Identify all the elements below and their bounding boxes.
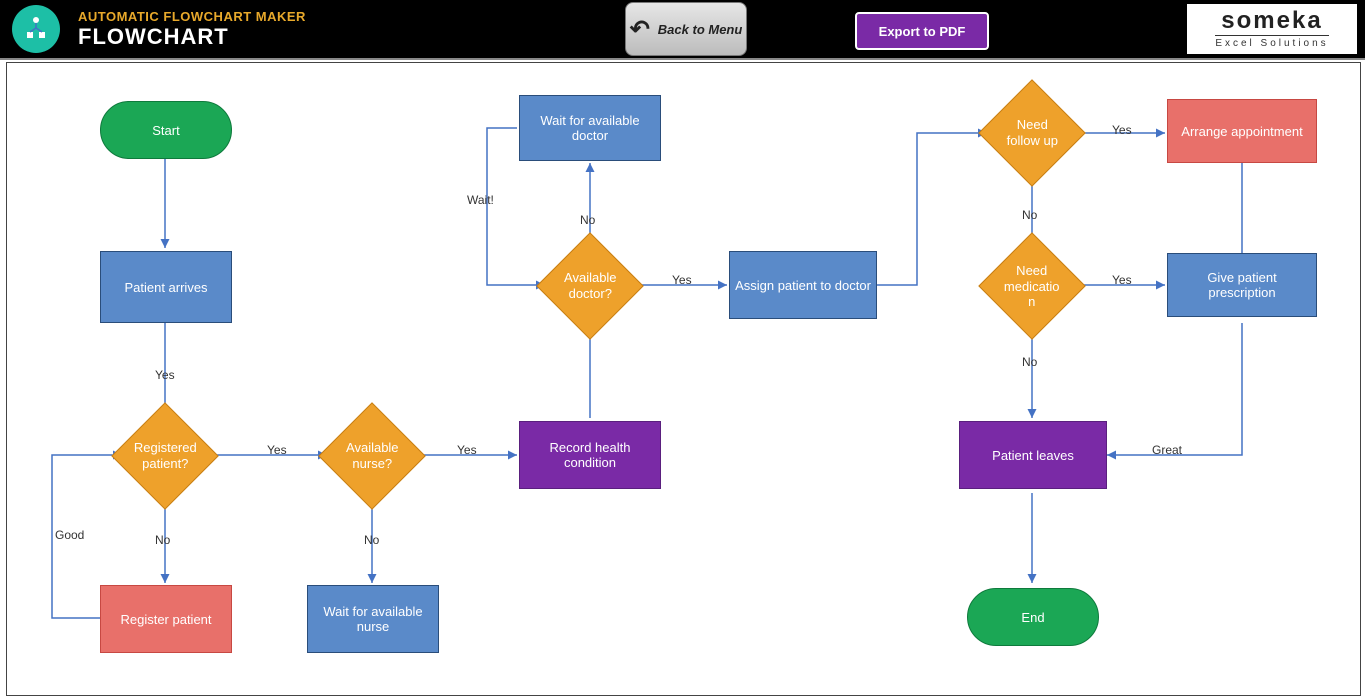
label-no: No [364,533,379,547]
node-need-follow-up[interactable]: Need follow up [978,79,1085,186]
label-no: No [155,533,170,547]
label-wait: Wait! [467,193,494,207]
label-yes: Yes [457,443,477,457]
back-button-label: Back to Menu [658,22,743,37]
node-patient-arrives[interactable]: Patient arrives [100,251,232,323]
label-no: No [1022,208,1037,222]
label-good: Good [55,528,84,542]
back-arrow-icon: ↶ [630,15,650,44]
node-wait-doctor[interactable]: Wait for available doctor [519,95,661,161]
node-need-medication[interactable]: Need medicatio n [978,232,1085,339]
brand-logo: someka Excel Solutions [1187,4,1357,54]
back-to-menu-button[interactable]: ↶ Back to Menu [625,2,747,56]
export-button-label: Export to PDF [879,24,966,39]
app-title: FLOWCHART [78,24,306,50]
label-yes: Yes [155,368,175,382]
brand-name: someka [1221,9,1322,33]
label-no: No [580,213,595,227]
node-registered-patient[interactable]: Registered patient? [111,402,218,509]
node-register-patient[interactable]: Register patient [100,585,232,653]
label-yes: Yes [1112,273,1132,287]
label-yes: Yes [267,443,287,457]
brand-tagline: Excel Solutions [1215,35,1328,49]
node-start[interactable]: Start [100,101,232,159]
node-arrange-appointment[interactable]: Arrange appointment [1167,99,1317,163]
node-available-doctor[interactable]: Available doctor? [536,232,643,339]
node-give-prescription[interactable]: Give patient prescription [1167,253,1317,317]
node-patient-leaves[interactable]: Patient leaves [959,421,1107,489]
app-supertitle: AUTOMATIC FLOWCHART MAKER [78,9,306,24]
label-no: No [1022,355,1037,369]
node-available-nurse[interactable]: Available nurse? [318,402,425,509]
label-great: Great [1152,443,1182,457]
app-header: AUTOMATIC FLOWCHART MAKER FLOWCHART ↶ Ba… [0,0,1365,60]
node-wait-nurse[interactable]: Wait for available nurse [307,585,439,653]
node-assign-patient[interactable]: Assign patient to doctor [729,251,877,319]
label-yes: Yes [672,273,692,287]
label-yes: Yes [1112,123,1132,137]
node-record-health[interactable]: Record health condition [519,421,661,489]
app-logo-icon [12,5,60,53]
flowchart-canvas[interactable]: Start Patient arrives Registered patient… [6,62,1361,696]
export-pdf-button[interactable]: Export to PDF [855,12,989,50]
node-end[interactable]: End [967,588,1099,646]
